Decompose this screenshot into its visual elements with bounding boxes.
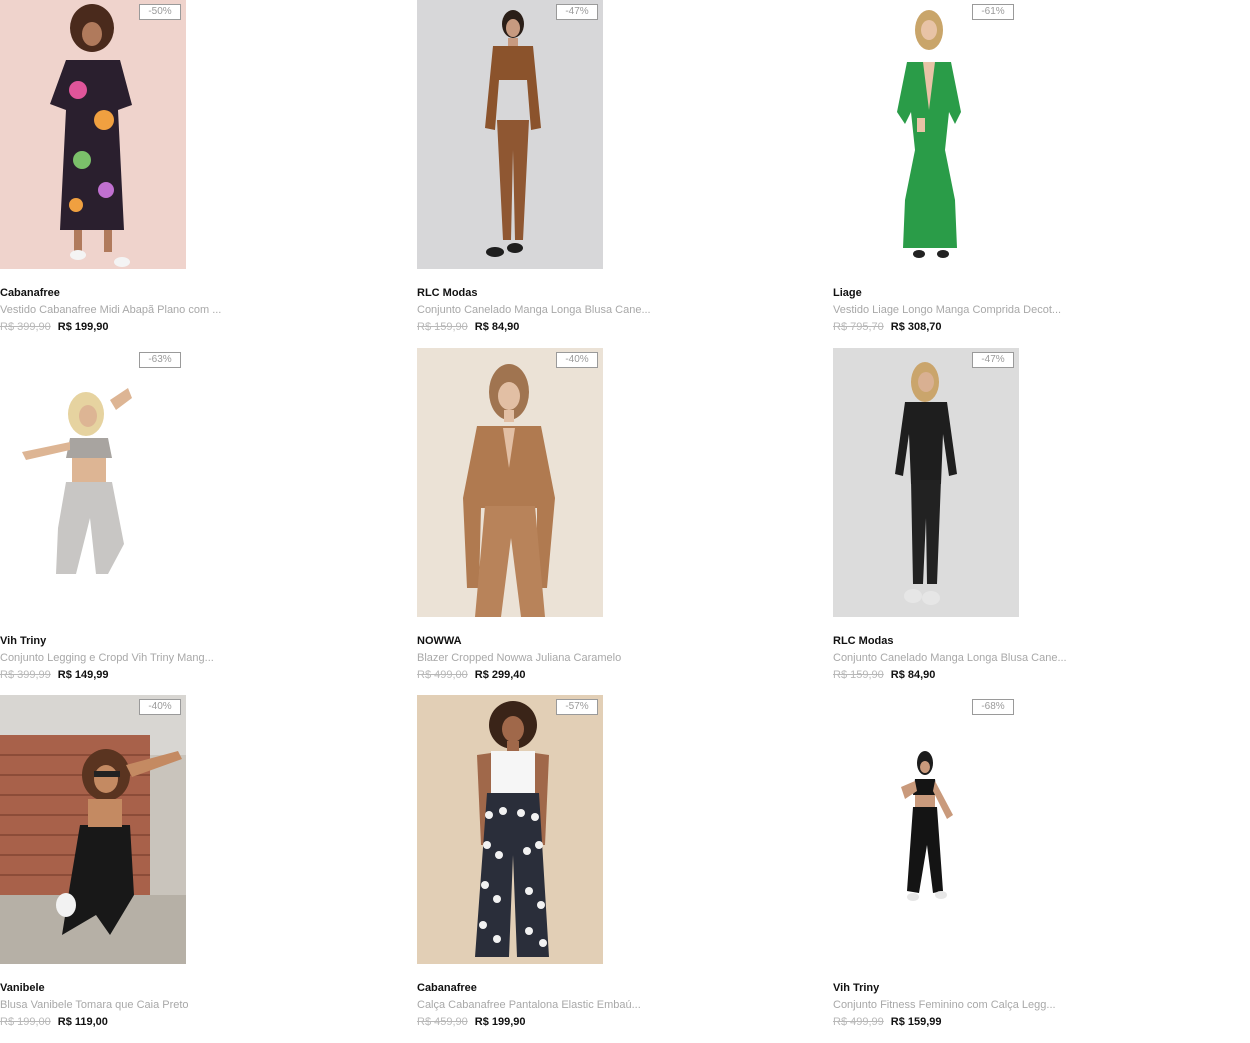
old-price: R$ 499,00 — [417, 669, 468, 681]
product-brand[interactable]: Vih Triny — [833, 982, 879, 994]
product-prices: R$ 459,90 R$ 199,90 — [417, 1016, 526, 1028]
old-price: R$ 199,00 — [0, 1016, 51, 1028]
discount-badge: -50% — [139, 4, 181, 20]
product-image[interactable]: -47% — [417, 0, 603, 269]
discount-badge: -63% — [139, 352, 181, 368]
old-price: R$ 795,70 — [833, 321, 884, 333]
old-price: R$ 399,90 — [0, 321, 51, 333]
product-card[interactable]: -57% Cabanafree Calça Cabanafree Pantalo… — [417, 695, 717, 1035]
product-prices: R$ 499,00 R$ 299,40 — [417, 669, 526, 681]
current-price: R$ 199,90 — [474, 1016, 526, 1028]
old-price: R$ 399,99 — [0, 669, 51, 681]
product-prices: R$ 159,90 R$ 84,90 — [417, 321, 519, 333]
discount-badge: -57% — [556, 699, 598, 715]
product-brand[interactable]: Cabanafree — [417, 982, 477, 994]
current-price: R$ 159,99 — [890, 1016, 942, 1028]
product-description[interactable]: Conjunto Canelado Manga Longa Blusa Cane… — [417, 304, 657, 316]
product-brand[interactable]: Liage — [833, 287, 862, 299]
old-price: R$ 499,99 — [833, 1016, 884, 1028]
product-description[interactable]: Calça Cabanafree Pantalona Elastic Embaú… — [417, 999, 657, 1011]
old-price: R$ 159,90 — [833, 669, 884, 681]
product-image[interactable]: -50% — [0, 0, 186, 269]
product-card[interactable]: -63% Vih Triny Conjunto Legging e Cropd … — [0, 348, 300, 688]
discount-badge: -47% — [972, 352, 1014, 368]
current-price: R$ 149,99 — [57, 669, 109, 681]
discount-badge: -47% — [556, 4, 598, 20]
discount-badge: -40% — [556, 352, 598, 368]
discount-badge: -40% — [139, 699, 181, 715]
product-brand[interactable]: Vanibele — [0, 982, 45, 994]
product-prices: R$ 159,90 R$ 84,90 — [833, 669, 935, 681]
current-price: R$ 119,00 — [57, 1016, 108, 1028]
product-brand[interactable]: RLC Modas — [833, 635, 894, 647]
current-price: R$ 84,90 — [890, 669, 936, 681]
product-prices: R$ 199,00 R$ 119,00 — [0, 1016, 108, 1028]
old-price: R$ 159,90 — [417, 321, 468, 333]
product-image[interactable]: -63% — [0, 348, 186, 617]
product-brand[interactable]: NOWWA — [417, 635, 462, 647]
product-card[interactable]: -47% RLC Modas Conjunto Canelado Manga L… — [417, 0, 717, 340]
product-description[interactable]: Conjunto Legging e Cropd Vih Triny Mang.… — [0, 652, 240, 664]
product-image[interactable]: -57% — [417, 695, 603, 964]
product-description[interactable]: Vestido Cabanafree Midi Abapã Plano com … — [0, 304, 240, 316]
product-brand[interactable]: Cabanafree — [0, 287, 60, 299]
product-description[interactable]: Blusa Vanibele Tomara que Caia Preto — [0, 999, 240, 1011]
product-card[interactable]: -47% RLC Modas Conjunto Canelado Manga L… — [833, 348, 1133, 688]
product-description[interactable]: Conjunto Fitness Feminino com Calça Legg… — [833, 999, 1073, 1011]
product-description[interactable]: Blazer Cropped Nowwa Juliana Caramelo — [417, 652, 657, 664]
product-image[interactable]: -68% — [833, 695, 1019, 964]
current-price: R$ 84,90 — [474, 321, 520, 333]
current-price: R$ 299,40 — [474, 669, 526, 681]
product-description[interactable]: Vestido Liage Longo Manga Comprida Decot… — [833, 304, 1073, 316]
product-prices: R$ 399,90 R$ 199,90 — [0, 321, 109, 333]
product-grid: -50% Cabanafree Vestido Cabanafree Midi … — [0, 0, 1250, 1043]
product-card[interactable]: -68% Vih Triny Conjunto Fitness Feminino… — [833, 695, 1133, 1035]
product-brand[interactable]: RLC Modas — [417, 287, 478, 299]
product-card[interactable]: -50% Cabanafree Vestido Cabanafree Midi … — [0, 0, 300, 340]
product-card[interactable]: -61% Liage Vestido Liage Longo Manga Com… — [833, 0, 1133, 340]
product-card[interactable]: -40% Vanibele Blusa Vanibele Tomara que … — [0, 695, 300, 1035]
old-price: R$ 459,90 — [417, 1016, 468, 1028]
product-description[interactable]: Conjunto Canelado Manga Longa Blusa Cane… — [833, 652, 1073, 664]
product-image[interactable]: -61% — [833, 0, 1019, 269]
product-card[interactable]: -40% NOWWA Blazer Cropped Nowwa Juliana … — [417, 348, 717, 688]
product-image[interactable]: -40% — [0, 695, 186, 964]
current-price: R$ 308,70 — [890, 321, 942, 333]
product-image[interactable]: -47% — [833, 348, 1019, 617]
product-prices: R$ 795,70 R$ 308,70 — [833, 321, 942, 333]
product-image[interactable]: -40% — [417, 348, 603, 617]
current-price: R$ 199,90 — [57, 321, 109, 333]
product-brand[interactable]: Vih Triny — [0, 635, 46, 647]
product-prices: R$ 499,99 R$ 159,99 — [833, 1016, 942, 1028]
product-prices: R$ 399,99 R$ 149,99 — [0, 669, 109, 681]
discount-badge: -61% — [972, 4, 1014, 20]
discount-badge: -68% — [972, 699, 1014, 715]
